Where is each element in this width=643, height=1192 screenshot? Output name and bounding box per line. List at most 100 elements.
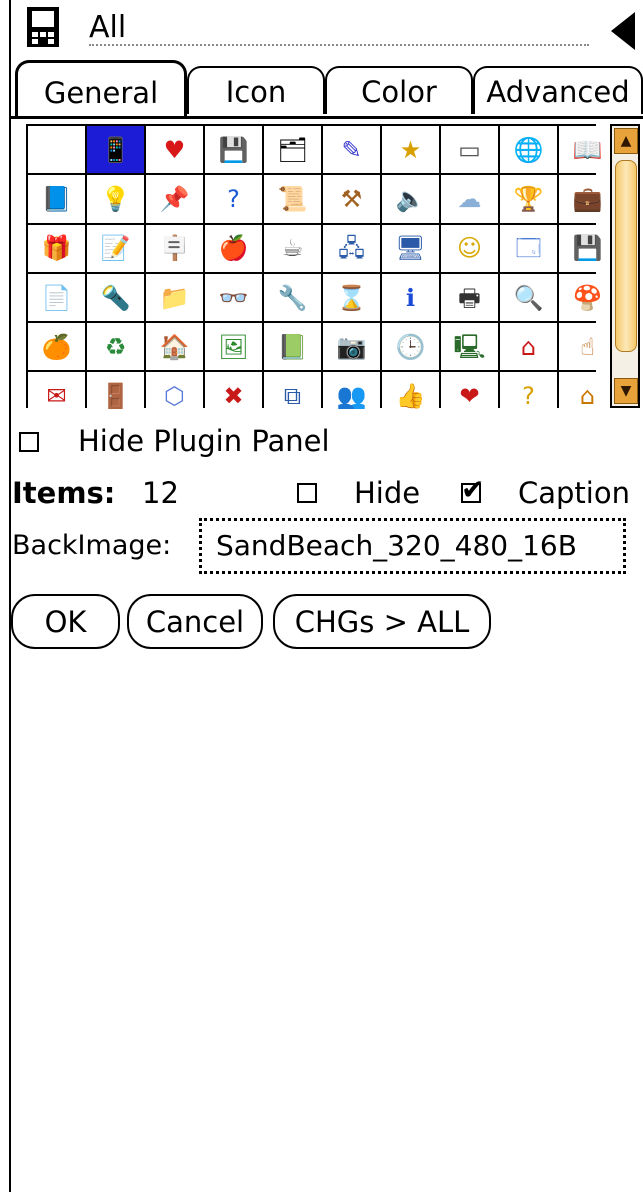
icon-glyph: 🪧 [159,234,190,263]
orange-icon[interactable]: 🍊 [28,323,85,371]
heart-icon[interactable]: ♥ [146,126,203,174]
cube-icon[interactable]: ⬡ [146,372,203,420]
globe-icon[interactable]: 🌐 [500,126,557,174]
icon-glyph: ✉ [46,382,67,411]
icon-glyph: 💡 [100,184,131,213]
floppy-disk-icon[interactable]: 💾 [559,224,616,272]
help-icon[interactable]: ? [205,175,262,223]
green-book-icon[interactable]: 📗 [264,323,321,371]
cloud-icon[interactable]: ☁ [441,175,498,223]
handheld-device-icon[interactable] [24,6,62,48]
cf-card-icon[interactable]: 🗂 [264,126,321,174]
icon-picker-grid: 📱 ♥ 💾 🗂 ✎ ★ ▭ 🌐 📖 📘 💡 📌? 📜 ⚒ 🔈 ☁ 🏆 💼 🎁 📝 🪧 🍎 ☕ 🖧 🖥 ☺ 🗔 💾 📄 🔦 📁 👓 🔧 ⌛ ℹ 🖶 🔍 🍄 🍊… [26,124,616,420]
recycle-icon[interactable]: ♻ [87,323,144,371]
back-arrow-icon[interactable] [611,12,635,50]
sd-card-icon[interactable]: 💾 [205,126,262,174]
mug-icon[interactable]: ☕ [264,224,321,272]
monitor-icon[interactable]: 🖳 [441,323,498,371]
hide-plugin-panel-checkbox[interactable] [19,432,39,452]
smiley-icon[interactable]: ☺ [441,224,498,272]
picture-icon[interactable]: 🖼 [205,323,262,371]
push-pin-icon[interactable]: 📌 [146,175,203,223]
icon-glyph: 👥 [336,382,367,411]
category-selector[interactable]: All [89,10,126,45]
apple-icon[interactable]: 🍎 [205,224,262,272]
tab-icon[interactable]: Icon [187,66,325,114]
title-underline [89,44,589,46]
stylus-icon[interactable]: ✎ [323,126,380,174]
magnifier-icon[interactable]: 🔍 [500,273,557,322]
backimage-field[interactable]: SandBeach_320_480_16B [199,518,626,574]
icon-glyph: ✎ [341,135,362,164]
house-icon[interactable]: 🏠 [146,323,203,371]
icon-glyph: 📗 [277,332,308,361]
tab-general[interactable]: General [15,60,187,116]
tab-color[interactable]: Color [325,66,473,114]
computers-icon[interactable]: 🖥 [382,224,439,272]
info-icon[interactable]: ℹ [382,273,439,322]
caption-checkbox[interactable]: ✔ [461,473,484,506]
home-icon[interactable]: ⌂ [500,323,557,371]
handheld-device-icon[interactable]: 📱 [87,126,144,174]
icon-glyph: 🖥 [395,234,426,263]
icon-grid-scrollbar[interactable]: ▲ ▼ [610,124,640,408]
icon-glyph: 🖶 [458,283,481,312]
copy-files-icon[interactable]: ⧉ [264,372,321,420]
hand-pointer-icon[interactable]: ☝ [559,323,616,371]
ok-button[interactable]: OK [11,594,120,649]
network-icon[interactable]: 🖧 [323,224,380,272]
glasses-icon[interactable]: 👓 [205,273,262,322]
icon-glyph: 🔍 [513,283,544,312]
question-icon[interactable]: ? [500,372,557,420]
camera-icon[interactable]: 📷 [323,323,380,371]
folder-icon[interactable]: 📁 [146,273,203,322]
mail-icon[interactable]: ✉ [28,372,85,420]
icon-cell-empty[interactable] [28,126,85,174]
flashlight-icon[interactable]: 🔦 [87,273,144,322]
mushroom-icon[interactable]: 🍄 [559,273,616,322]
small-house-icon[interactable]: ⌂ [559,372,616,420]
scroll-down-button[interactable]: ▼ [614,378,638,404]
delete-x-icon[interactable]: ✖ [205,372,262,420]
icon-glyph: 👍 [395,382,426,411]
speaker-icon[interactable]: 🔈 [382,175,439,223]
memory-chip-icon[interactable]: ▭ [441,126,498,174]
briefcase-icon[interactable]: 💼 [559,175,616,223]
icon-glyph: 💾 [218,135,249,164]
heart-red-icon[interactable]: ❤ [441,372,498,420]
cup-icon[interactable]: 🏆 [500,175,557,223]
icon-glyph: 🔈 [395,184,426,213]
icon-glyph: ⌂ [579,382,596,411]
book-open-icon[interactable]: 📖 [559,126,616,174]
scroll-up-button[interactable]: ▲ [614,128,638,154]
scroll-icon[interactable]: 📜 [264,175,321,223]
hammer-tool-icon[interactable]: ⚒ [323,175,380,223]
notepad-icon[interactable]: 📝 [87,224,144,272]
icon-glyph: ⧉ [283,382,302,411]
thumb-icon[interactable]: 👍 [382,372,439,420]
icon-glyph: 🗔 [515,234,542,263]
gift-icon[interactable]: 🎁 [28,224,85,272]
window-left-border [9,0,11,1192]
wrench-icon[interactable]: 🔧 [264,273,321,322]
finder-icon[interactable]: 🗔 [500,224,557,272]
lightbulb-icon[interactable]: 💡 [87,175,144,223]
scroll-thumb[interactable] [615,160,637,352]
icon-glyph: ♻ [104,332,127,361]
printer-icon[interactable]: 🖶 [441,273,498,322]
book-icon[interactable]: 📘 [28,175,85,223]
door-exit-icon[interactable]: 🚪 [87,372,144,420]
cancel-button[interactable]: Cancel [127,594,263,649]
clock-icon[interactable]: 🕒 [382,323,439,371]
icon-glyph: 🍊 [41,332,72,361]
items-value: 12 [142,476,179,510]
document-icon[interactable]: 📄 [28,273,85,322]
tab-advanced[interactable]: Advanced [473,66,643,114]
icon-glyph: 🏆 [513,184,544,213]
people-icon[interactable]: 👥 [323,372,380,420]
signpost-icon[interactable]: 🪧 [146,224,203,272]
star-icon[interactable]: ★ [382,126,439,174]
chgs-all-button[interactable]: CHGs > ALL [273,594,491,649]
hourglass-icon[interactable]: ⌛ [323,273,380,322]
hide-checkbox[interactable] [297,483,317,503]
